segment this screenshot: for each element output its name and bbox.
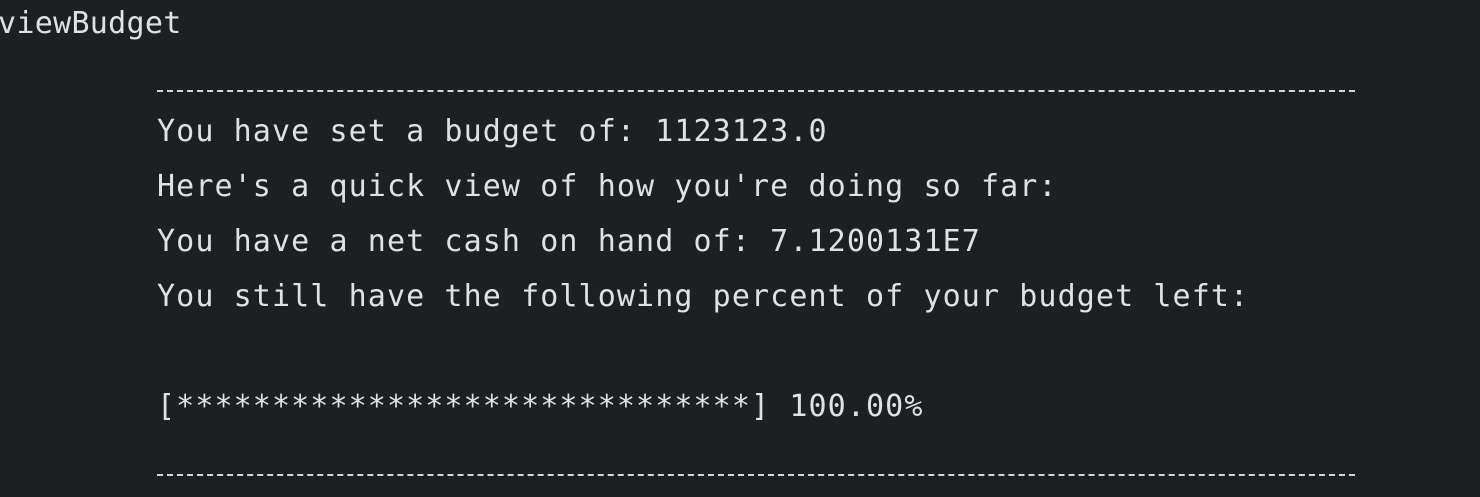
progress-percent: 100.00% xyxy=(789,389,924,424)
net-cash-line: You have a net cash on hand of: 7.120013… xyxy=(157,224,981,259)
budget-line: You have set a budget of: 1123123.0 xyxy=(157,114,828,149)
divider-top xyxy=(157,90,1355,92)
budget-progress: [******************************] 100.00% xyxy=(157,387,923,427)
quick-view-line: Here's a quick view of how you're doing … xyxy=(157,169,1058,204)
percent-left-line: You still have the following percent of … xyxy=(157,279,1250,314)
divider-bottom xyxy=(157,474,1355,476)
progress-bar: [******************************] xyxy=(157,389,771,424)
command-echo: viewBudget xyxy=(0,6,182,41)
